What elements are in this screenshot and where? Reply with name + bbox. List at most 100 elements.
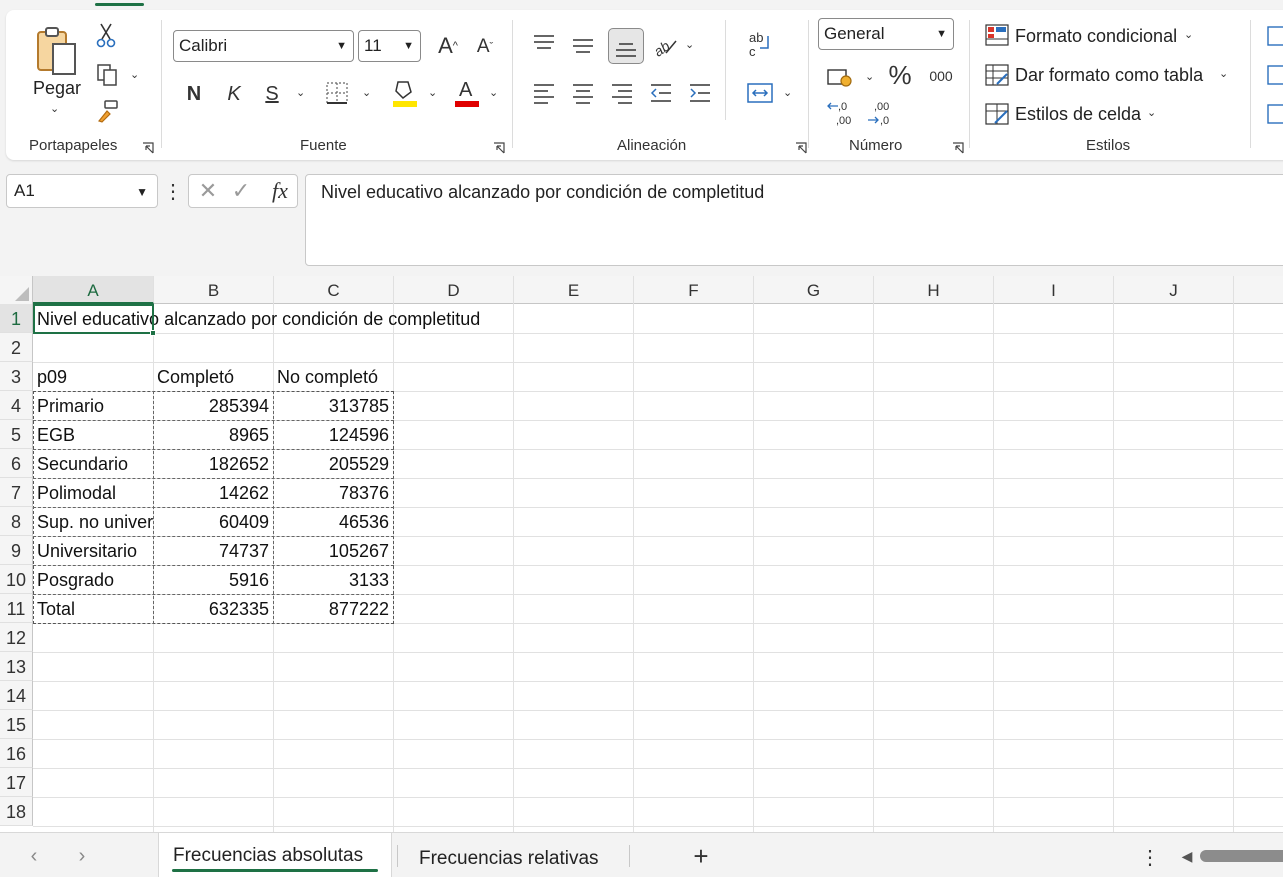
- borders-dropdown-icon[interactable]: ⌄: [362, 86, 371, 99]
- row-header-7[interactable]: 7: [0, 478, 33, 507]
- decrease-font-size-icon[interactable]: Aˇ: [471, 34, 499, 60]
- column-header-j[interactable]: J: [1114, 276, 1234, 304]
- table-cell-value[interactable]: 5916: [153, 565, 273, 594]
- column-header-b[interactable]: B: [154, 276, 274, 304]
- column-header-d[interactable]: D: [394, 276, 514, 304]
- fill-color-icon[interactable]: [392, 78, 418, 108]
- bold-button[interactable]: N: [182, 80, 206, 108]
- table-cell-value[interactable]: 14262: [153, 478, 273, 507]
- table-cell-value[interactable]: 3133: [273, 565, 393, 594]
- table-cell-value[interactable]: 8965: [153, 420, 273, 449]
- tab-frecuencias-relativas[interactable]: Frecuencias relativas: [419, 836, 599, 877]
- row-header-8[interactable]: 8: [0, 507, 33, 536]
- row-header-6[interactable]: 6: [0, 449, 33, 478]
- font-color-icon[interactable]: A: [454, 76, 480, 108]
- table-cell-value[interactable]: 205529: [273, 449, 393, 478]
- column-header-h[interactable]: H: [874, 276, 994, 304]
- row-header-5[interactable]: 5: [0, 420, 33, 449]
- cancel-icon[interactable]: ✕: [197, 178, 219, 203]
- accounting-format-icon[interactable]: [825, 64, 855, 90]
- column-header-c[interactable]: C: [274, 276, 394, 304]
- more-options-icon[interactable]: ⋮: [1140, 845, 1160, 869]
- text-orientation-dropdown-icon[interactable]: ⌄: [685, 38, 694, 51]
- table-header-cell[interactable]: No completó: [273, 362, 398, 391]
- worksheet-grid[interactable]: A B C D E F G H I J 1 2 3 4 5 6 7 8 9 10…: [0, 276, 1283, 832]
- row-header-13[interactable]: 13: [0, 652, 33, 681]
- column-header-a[interactable]: A: [33, 276, 154, 304]
- percent-style-button[interactable]: %: [885, 60, 915, 90]
- table-cell-value[interactable]: 124596: [273, 420, 393, 449]
- row-header-16[interactable]: 16: [0, 739, 33, 768]
- delete-cells-icon[interactable]: [1264, 63, 1283, 87]
- align-left-icon[interactable]: [531, 82, 557, 104]
- row-header-18[interactable]: 18: [0, 797, 33, 826]
- table-cell-value[interactable]: 46536: [273, 507, 393, 536]
- row-header-17[interactable]: 17: [0, 768, 33, 797]
- decrease-decimal-icon[interactable]: ,00,0: [865, 98, 895, 126]
- row-header-3[interactable]: 3: [0, 362, 33, 391]
- wrap-text-icon[interactable]: ab c: [745, 30, 775, 60]
- active-cell-selection[interactable]: [33, 304, 156, 336]
- table-cell-label[interactable]: Secundario: [33, 449, 153, 478]
- copy-icon[interactable]: [94, 62, 120, 88]
- row-header-15[interactable]: 15: [0, 710, 33, 739]
- comma-style-button[interactable]: 000: [923, 64, 959, 88]
- increase-indent-icon[interactable]: [687, 82, 713, 104]
- format-painter-icon[interactable]: [94, 98, 120, 124]
- scroll-tabs-right-icon[interactable]: ›: [72, 845, 92, 867]
- table-cell-value[interactable]: 60409: [153, 507, 273, 536]
- table-cell-label[interactable]: EGB: [33, 420, 153, 449]
- align-right-icon[interactable]: [609, 82, 635, 104]
- row-header-2[interactable]: 2: [0, 333, 33, 362]
- format-cells-icon[interactable]: [1264, 102, 1283, 126]
- more-options-icon[interactable]: ⋮: [163, 180, 183, 203]
- clipboard-dialog-launcher-icon[interactable]: [142, 141, 154, 154]
- insert-function-button[interactable]: fx: [267, 178, 293, 204]
- underline-button[interactable]: S: [260, 80, 284, 108]
- table-cell-value[interactable]: 78376: [273, 478, 393, 507]
- font-size-select[interactable]: 11 ▼: [358, 30, 421, 62]
- cell-styles-button[interactable]: Estilos de celda: [1015, 104, 1141, 125]
- font-dialog-launcher-icon[interactable]: [493, 141, 505, 154]
- fill-handle[interactable]: [150, 330, 156, 336]
- align-top-icon[interactable]: [531, 32, 557, 54]
- column-header-i[interactable]: I: [994, 276, 1114, 304]
- horizontal-scrollbar-thumb[interactable]: [1200, 850, 1283, 862]
- table-cell-value[interactable]: 313785: [273, 391, 393, 420]
- table-cell-label[interactable]: Polimodal: [33, 478, 153, 507]
- font-color-dropdown-icon[interactable]: ⌄: [489, 86, 498, 99]
- table-cell-value[interactable]: 182652: [153, 449, 273, 478]
- cell-styles-icon[interactable]: [984, 102, 1010, 126]
- conditional-formatting-dropdown-icon[interactable]: ⌄: [1184, 28, 1193, 41]
- underline-dropdown-icon[interactable]: ⌄: [296, 86, 305, 99]
- table-cell-value[interactable]: 285394: [153, 391, 273, 420]
- table-cell-value[interactable]: 877222: [273, 594, 393, 623]
- merge-center-icon[interactable]: [745, 80, 775, 106]
- formula-input[interactable]: Nivel educativo alcanzado por condición …: [305, 174, 1283, 266]
- name-box[interactable]: A1 ▼: [6, 174, 158, 208]
- increase-font-size-icon[interactable]: A ^: [433, 32, 463, 60]
- row-header-11[interactable]: 11: [0, 594, 33, 623]
- merge-dropdown-icon[interactable]: ⌄: [783, 86, 792, 99]
- row-header-4[interactable]: 4: [0, 391, 33, 420]
- row-header-12[interactable]: 12: [0, 623, 33, 652]
- add-sheet-button[interactable]: +: [688, 841, 714, 871]
- cell-styles-dropdown-icon[interactable]: ⌄: [1147, 106, 1156, 119]
- table-cell-value[interactable]: 105267: [273, 536, 393, 565]
- number-format-select[interactable]: General ▼: [818, 18, 954, 50]
- alignment-dialog-launcher-icon[interactable]: [795, 141, 807, 154]
- table-cell-value[interactable]: 74737: [153, 536, 273, 565]
- row-header-1[interactable]: 1: [0, 304, 33, 333]
- fill-color-dropdown-icon[interactable]: ⌄: [428, 86, 437, 99]
- scroll-tabs-left-icon[interactable]: ‹: [24, 845, 44, 867]
- column-header-e[interactable]: E: [514, 276, 634, 304]
- table-cell-label[interactable]: Total: [33, 594, 153, 623]
- align-middle-icon[interactable]: [570, 34, 596, 56]
- copy-dropdown-icon[interactable]: ⌄: [130, 68, 139, 81]
- number-dialog-launcher-icon[interactable]: [952, 141, 964, 154]
- cut-icon[interactable]: [94, 22, 118, 48]
- select-all-button[interactable]: [0, 276, 33, 304]
- italic-button[interactable]: K: [222, 80, 246, 108]
- table-cell-label[interactable]: Sup. no universitario: [33, 507, 153, 536]
- table-cell-value[interactable]: 632335: [153, 594, 273, 623]
